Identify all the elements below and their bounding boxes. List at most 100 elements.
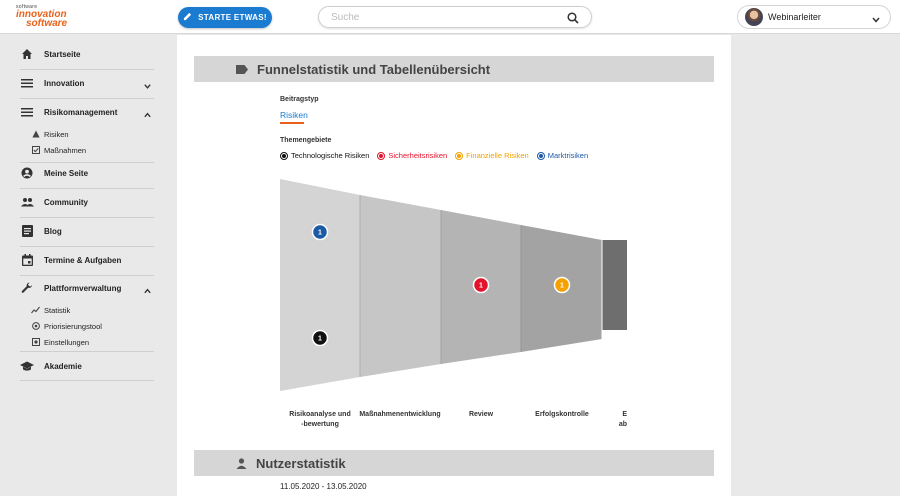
marker-count: 1: [560, 283, 564, 290]
sidebar-item-label: Blog: [44, 226, 62, 236]
sidebar-subitem-label: Risiken: [44, 129, 69, 139]
chevron-up-icon: [143, 283, 152, 301]
avatar: [745, 8, 763, 26]
legend-item-sicherheitsrisiken[interactable]: Sicherheitsrisiken: [377, 151, 447, 160]
legend-radio-icon: [536, 151, 545, 160]
start-button-label: STARTE ETWAS!: [198, 13, 267, 22]
funnel-stage-2: [360, 195, 441, 377]
divider: [20, 217, 154, 218]
tag-icon: [236, 64, 248, 74]
stage-label-line: Risikoanalyse und: [289, 411, 351, 418]
sidebar-subitem-label: Priorisierungstool: [44, 321, 102, 331]
stage-label-line: -bewertung: [301, 421, 339, 428]
stage-label-line: ab: [618, 421, 627, 428]
legend-item-finanzielle-risiken[interactable]: Finanzielle Risiken: [455, 151, 529, 160]
sidebar-subitem-label: Maßnahmen: [44, 145, 87, 155]
sidebar-subitem-massnahmen[interactable]: Maßnahmen: [31, 144, 86, 156]
marker-marktrisiken[interactable]: 1: [311, 223, 329, 241]
funnel-section-header: Funnelstatistik und Tabellenübersicht: [194, 56, 714, 82]
marker-finanzielle-risiken[interactable]: 1: [553, 276, 571, 294]
logo[interactable]: software innovation software: [16, 4, 76, 30]
sidebar-item-label: Akademie: [44, 361, 82, 371]
search-bar[interactable]: [318, 6, 592, 28]
sidebar-item-startseite[interactable]: Startseite: [20, 44, 154, 64]
themengebiete-label: Themengebiete: [280, 137, 332, 144]
funnel-stage-1: [280, 179, 360, 391]
sidebar: Startseite Innovation Risikomanagement R…: [0, 35, 175, 496]
legend-label: Finanzielle Risiken: [466, 151, 529, 160]
sidebar-item-label: Community: [44, 197, 88, 207]
sidebar-item-community[interactable]: Community: [20, 192, 154, 212]
divider: [20, 246, 154, 247]
stage-label-line: E: [622, 411, 627, 418]
section-title: Funnelstatistik und Tabellenübersicht: [257, 61, 491, 77]
sidebar-subitem-priorisierungstool[interactable]: Priorisierungstool: [31, 320, 102, 332]
sidebar-item-label: Plattformverwaltung: [44, 283, 122, 293]
sidebar-subitem-risiken[interactable]: Risiken: [31, 128, 69, 140]
target-icon: [31, 322, 40, 331]
stage-label-risikoanalyse: Risikoanalyse und -bewertung: [280, 410, 360, 430]
stage-label-truncated: E ab: [617, 410, 627, 430]
blog-icon: [20, 224, 34, 238]
marker-count: 1: [318, 336, 322, 343]
sidebar-item-termine-aufgaben[interactable]: Termine & Aufgaben: [20, 250, 154, 270]
beitragstyp-label: Beitragstyp: [280, 96, 319, 103]
marker-count: 1: [479, 283, 483, 290]
sidebar-item-label: Risikomanagement: [44, 107, 118, 117]
stage-label-review: Review: [441, 410, 521, 420]
divider: [20, 188, 154, 189]
marker-sicherheitsrisiken[interactable]: 1: [472, 276, 490, 294]
warning-icon: [31, 130, 40, 139]
checkbox-icon: [31, 146, 40, 155]
tab-risiken[interactable]: Risiken: [280, 110, 308, 120]
legend-radio-icon: [280, 151, 288, 160]
sidebar-item-label: Startseite: [44, 49, 81, 59]
start-button[interactable]: STARTE ETWAS!: [178, 7, 272, 28]
calendar-icon: [20, 253, 34, 267]
menu-icon: [20, 105, 34, 119]
sidebar-item-akademie[interactable]: Akademie: [20, 356, 154, 376]
stage-label-erfolgskontrolle: Erfolgskontrolle: [522, 410, 602, 420]
date-range: 11.05.2020 - 13.05.2020: [280, 482, 367, 491]
user-menu[interactable]: Webinarleiter: [737, 5, 891, 29]
sidebar-subitem-einstellungen[interactable]: Einstellungen: [31, 336, 89, 348]
main-content: Funnelstatistik und Tabellenübersicht Be…: [177, 35, 731, 496]
legend-label: Marktrisiken: [547, 151, 589, 160]
divider: [20, 380, 154, 381]
sidebar-subitem-label: Statistik: [44, 305, 71, 315]
sidebar-item-label: Termine & Aufgaben: [44, 255, 122, 265]
stage-label-line: Maßnahmenentwicklung: [359, 411, 441, 418]
divider: [20, 351, 154, 352]
home-icon: [20, 47, 34, 61]
sidebar-item-label: Meine Seite: [44, 168, 89, 178]
group-icon: [20, 195, 34, 209]
sidebar-item-meine-seite[interactable]: Meine Seite: [20, 163, 154, 183]
funnel-chart: 1 1 1 1: [280, 179, 627, 391]
logo-line-2: software: [26, 18, 68, 29]
sidebar-item-plattformverwaltung[interactable]: Plattformverwaltung: [20, 278, 154, 298]
legend-radio-icon: [377, 151, 386, 160]
divider: [20, 98, 154, 99]
stage-label-massnahmenentwicklung: Maßnahmenentwicklung: [355, 410, 445, 420]
search-icon[interactable]: [567, 11, 579, 29]
legend-item-technologische-risiken[interactable]: Technologische Risiken: [280, 151, 369, 160]
sidebar-item-label: Innovation: [44, 78, 85, 88]
sidebar-subitem-statistik[interactable]: Statistik: [31, 304, 70, 316]
top-bar: software innovation software STARTE ETWA…: [0, 0, 900, 34]
sidebar-subitem-label: Einstellungen: [44, 337, 90, 347]
sidebar-item-risikomanagement[interactable]: Risikomanagement: [20, 102, 154, 122]
legend-item-marktrisiken[interactable]: Marktrisiken: [536, 151, 589, 160]
chevron-down-icon: [871, 12, 881, 30]
section-title: Nutzerstatistik: [256, 455, 346, 471]
wrench-icon: [20, 281, 34, 295]
sidebar-item-innovation[interactable]: Innovation: [20, 73, 154, 93]
tab-underline: [280, 122, 304, 124]
marker-technologische-risiken[interactable]: 1: [311, 329, 329, 347]
marker-count: 1: [318, 230, 322, 237]
pencil-icon: [183, 12, 192, 23]
legend-label: Sicherheitsrisiken: [388, 151, 448, 160]
sidebar-item-blog[interactable]: Blog: [20, 221, 154, 241]
legend-label: Technologische Risiken: [291, 151, 370, 160]
legend-radio-icon: [455, 151, 464, 160]
search-input[interactable]: [331, 10, 551, 24]
